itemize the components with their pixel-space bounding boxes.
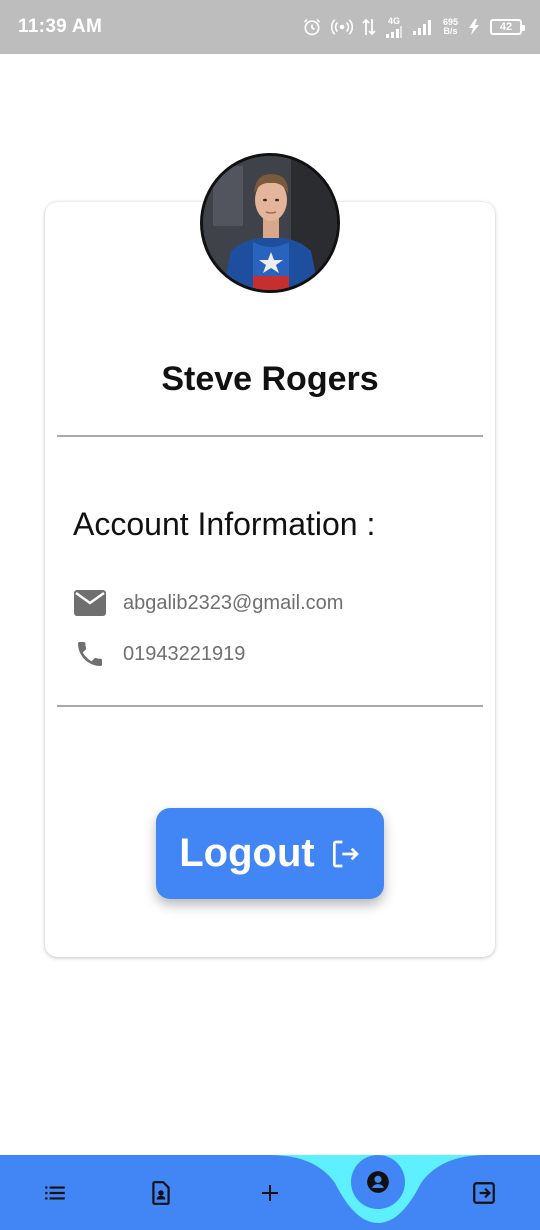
logout-button[interactable]: Logout bbox=[156, 808, 384, 899]
email-text: abgalib2323@gmail.com bbox=[123, 591, 344, 614]
plus-icon bbox=[262, 1185, 278, 1201]
phone-icon bbox=[73, 638, 107, 670]
email-icon bbox=[73, 587, 107, 619]
network-speed: 695 B/s bbox=[442, 17, 458, 36]
account-info-title: Account Information : bbox=[73, 506, 376, 542]
signal-4g-icon: 4G bbox=[385, 15, 403, 38]
logout-arrow-icon bbox=[332, 840, 359, 867]
document-user-icon bbox=[152, 1181, 170, 1205]
nav-add[interactable] bbox=[254, 1177, 286, 1209]
battery-indicator: 42 bbox=[490, 19, 525, 35]
account-icon bbox=[367, 1171, 389, 1193]
alarm-icon bbox=[303, 18, 321, 36]
avatar bbox=[200, 153, 340, 293]
bottom-navigation bbox=[0, 1155, 540, 1230]
data-transfer-icon bbox=[362, 18, 376, 36]
user-avatar-photo bbox=[203, 156, 337, 290]
nav-exit[interactable] bbox=[468, 1177, 500, 1209]
divider-bottom bbox=[57, 705, 483, 707]
email-row: abgalib2323@gmail.com bbox=[73, 587, 343, 619]
divider-top bbox=[57, 435, 483, 437]
exit-icon bbox=[473, 1182, 495, 1204]
hotspot-icon bbox=[330, 19, 353, 35]
network-type: 4G bbox=[387, 15, 400, 26]
status-icons: 4G 695 B/s 42 bbox=[302, 15, 525, 38]
list-icon bbox=[45, 1186, 65, 1200]
logout-label: Logout bbox=[179, 831, 315, 875]
user-name: Steve Rogers bbox=[161, 360, 379, 398]
phone-row: 01943221919 bbox=[73, 638, 245, 670]
status-bar: 11:39 AM 4G 695 B/s 42 bbox=[0, 0, 540, 54]
nav-document[interactable] bbox=[145, 1177, 177, 1209]
phone-text: 01943221919 bbox=[123, 642, 246, 665]
nav-account-active[interactable] bbox=[351, 1155, 405, 1209]
charging-icon bbox=[469, 19, 479, 35]
status-time: 11:39 AM bbox=[18, 16, 103, 37]
signal-icon bbox=[412, 20, 431, 35]
nav-list[interactable] bbox=[39, 1177, 71, 1209]
